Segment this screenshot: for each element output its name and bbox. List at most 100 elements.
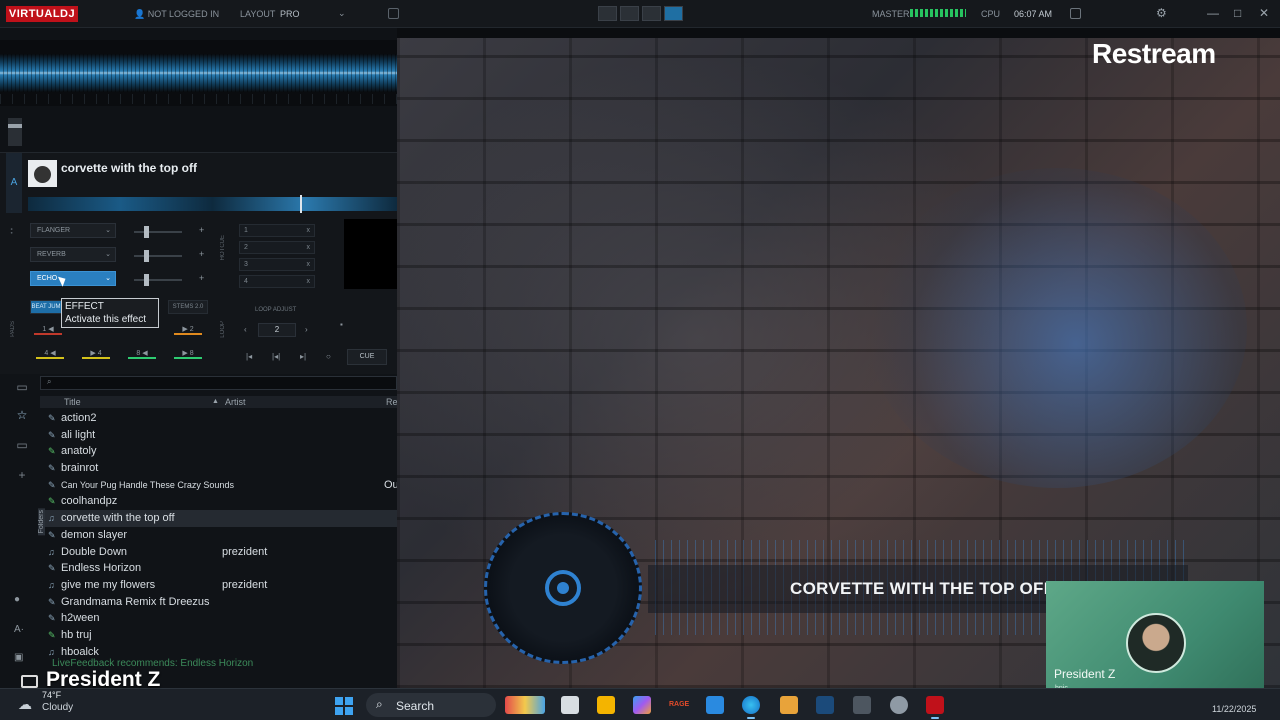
screen: VIRTUALDJ 👤 NOT LOGGED IN LAYOUT PRO ⌄ M…: [0, 0, 1280, 720]
beat-jump-pad-4[interactable]: ▶ 4: [82, 349, 110, 359]
effect-3-add-icon[interactable]: +: [199, 273, 204, 283]
font-size-icon[interactable]: A·: [14, 624, 24, 635]
main-waveform[interactable]: [0, 40, 397, 106]
hotcue-3[interactable]: 3x: [239, 258, 315, 271]
loop-double-icon[interactable]: ›: [305, 325, 308, 334]
hotcue-4[interactable]: 4x: [239, 275, 315, 288]
edit-tag-icon: ✎: [48, 613, 56, 624]
windows-start-icon[interactable]: [335, 697, 353, 715]
steam-icon[interactable]: [816, 696, 834, 714]
beat-jump-pad-1[interactable]: 1 ◀: [34, 325, 62, 335]
track-row[interactable]: ✎ Can Your Pug Handle These Crazy Sounds O…: [44, 477, 399, 494]
track-row[interactable]: ✎ coolhandpz: [44, 493, 397, 510]
effect-1-slider[interactable]: [134, 226, 182, 238]
deck-a: A corvette with the top off • • FLANGER ⌄…: [0, 152, 397, 374]
track-row[interactable]: ✎ brainrot: [44, 460, 397, 477]
effect-3-slider[interactable]: [134, 274, 182, 286]
column-title[interactable]: Title: [64, 396, 81, 408]
layout-button-1[interactable]: [598, 6, 617, 21]
maximize-icon[interactable]: □: [1234, 6, 1241, 20]
deck-mini-waveform[interactable]: [28, 195, 397, 213]
epic-icon[interactable]: [853, 696, 871, 714]
close-icon[interactable]: x: [307, 259, 311, 270]
track-row[interactable]: ✎ hb truj: [44, 627, 397, 644]
add-icon[interactable]: +: [12, 468, 32, 484]
effect-2-add-icon[interactable]: +: [199, 249, 204, 259]
hotcue-2[interactable]: 2x: [239, 241, 315, 254]
effect-slot-1[interactable]: FLANGER ⌄: [30, 223, 116, 238]
track-row[interactable]: ✎ ali light: [44, 427, 397, 444]
monitor-icon: [21, 675, 38, 688]
close-icon[interactable]: x: [307, 225, 311, 236]
effect-2-slider[interactable]: [134, 250, 182, 262]
login-status[interactable]: 👤 NOT LOGGED IN: [134, 9, 219, 20]
close-icon[interactable]: x: [307, 242, 311, 253]
edit-tag-icon: ✎: [48, 496, 56, 507]
beat-jump-pad-6[interactable]: ▶ 8: [174, 349, 202, 359]
tab-stems[interactable]: STEMS 2.0: [168, 300, 208, 314]
track-row[interactable]: ✎ Endless Horizon: [44, 560, 397, 577]
effect-slot-2[interactable]: REVERB ⌄: [30, 247, 116, 262]
game-banner-icon[interactable]: [505, 696, 545, 714]
master-level-meter: [910, 9, 966, 17]
deck-volume-fader[interactable]: [8, 118, 22, 146]
minimize-icon[interactable]: —: [1207, 6, 1219, 20]
skin-icon[interactable]: [388, 8, 399, 19]
beat-jump-pad-2[interactable]: ▶ 2: [174, 325, 202, 335]
close-icon[interactable]: ✕: [1259, 6, 1269, 20]
track-row[interactable]: ✎ action2: [44, 410, 397, 427]
close-icon[interactable]: x: [307, 276, 311, 287]
gear-icon[interactable]: ⚙: [1156, 6, 1167, 20]
file-explorer-icon[interactable]: [561, 696, 579, 714]
gift-icon[interactable]: [780, 696, 798, 714]
loop-toggle-icon[interactable]: ▪: [340, 320, 343, 329]
taskbar-search[interactable]: ⌕ Search: [366, 693, 496, 717]
layout-button-4[interactable]: [664, 6, 683, 21]
sidelist-icon[interactable]: ▣: [14, 652, 23, 663]
track-row[interactable]: ✎ anatoly: [44, 443, 397, 460]
record-icon[interactable]: [1070, 8, 1081, 19]
taskbar-search-label: Search: [396, 699, 435, 713]
column-artist[interactable]: Artist: [225, 396, 246, 408]
settings-icon[interactable]: [890, 696, 908, 714]
star-icon[interactable]: ☆: [12, 408, 32, 424]
taskbar-date[interactable]: 11/22/2025: [1212, 704, 1256, 714]
record-dot-icon[interactable]: ●: [14, 594, 20, 605]
effect-1-add-icon[interactable]: +: [199, 225, 204, 235]
rage-app-icon[interactable]: RAGE: [669, 696, 689, 714]
cue-button[interactable]: CUE: [347, 349, 387, 365]
chevron-down-icon[interactable]: ⌄: [338, 8, 346, 19]
loop-auto-icon[interactable]: ○: [326, 352, 331, 361]
copilot-icon[interactable]: [633, 696, 651, 714]
loop-length-value[interactable]: 2: [258, 323, 296, 337]
folders-tab[interactable]: Folders: [38, 508, 45, 536]
hotcue-1[interactable]: 1x: [239, 224, 315, 237]
track-row[interactable]: ✎ Grandmama Remix ft Dreezus: [44, 594, 397, 611]
layout-button-2[interactable]: [620, 6, 639, 21]
column-remix[interactable]: Re: [386, 396, 398, 408]
store-icon[interactable]: [706, 696, 724, 714]
edge-icon[interactable]: [742, 696, 760, 719]
effect-slot-3[interactable]: ECHO ⌄: [30, 271, 116, 286]
layout-button-3[interactable]: [642, 6, 661, 21]
cloud-icon[interactable]: ☁: [18, 696, 32, 713]
track-row[interactable]: ✎ demon slayer: [44, 527, 397, 544]
weather-description[interactable]: Cloudy: [42, 702, 73, 713]
deck-video-preview: [344, 219, 397, 289]
loop-exit-icon[interactable]: |◂|: [272, 352, 280, 361]
loop-in-icon[interactable]: |◂: [246, 352, 252, 361]
beat-jump-pad-3[interactable]: 4 ◀: [36, 349, 64, 359]
playlist-icon[interactable]: ▭: [12, 438, 32, 454]
track-row[interactable]: ♫ corvette with the top off: [44, 510, 397, 527]
browser-search-input[interactable]: ⌕: [40, 376, 397, 390]
track-row[interactable]: ✎ h2ween: [44, 610, 397, 627]
folder-icon[interactable]: [597, 696, 615, 714]
beat-jump-pad-5[interactable]: 8 ◀: [128, 349, 156, 359]
loop-half-icon[interactable]: ‹: [244, 325, 247, 334]
folder-icon[interactable]: ▭: [12, 380, 32, 396]
loop-out-icon[interactable]: ▸|: [300, 352, 306, 361]
virtualdj-taskbar-icon[interactable]: [926, 696, 944, 719]
layout-select[interactable]: PRO: [280, 9, 300, 19]
track-row[interactable]: ♫ Double Down prezident: [44, 544, 397, 561]
track-row[interactable]: ♫ give me my flowers prezident: [44, 577, 397, 594]
